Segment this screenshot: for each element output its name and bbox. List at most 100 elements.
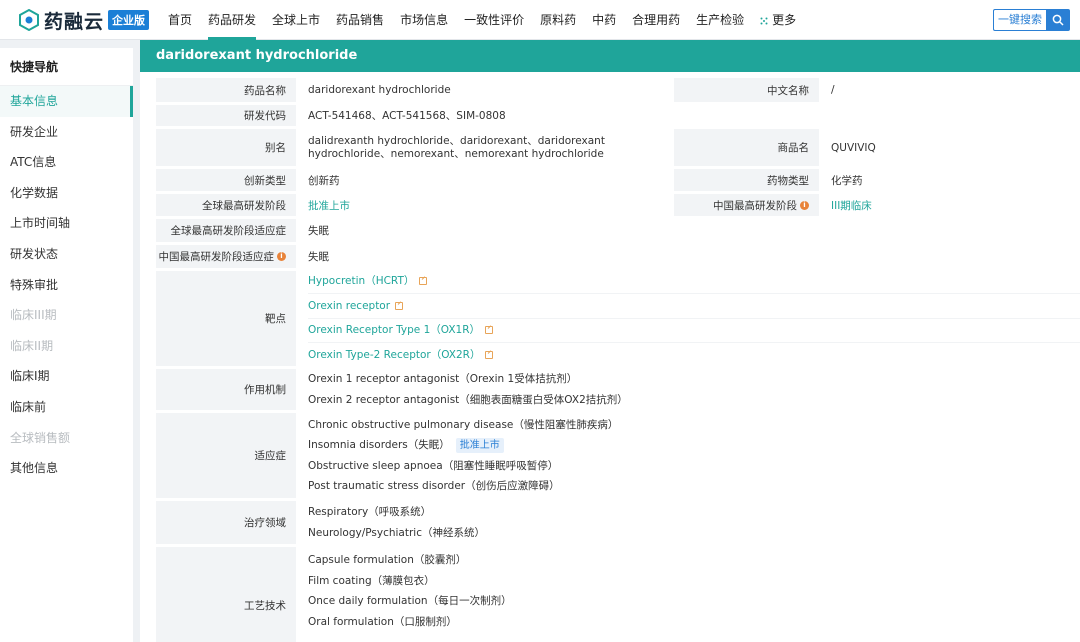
nav-item[interactable]: 药品研发	[200, 0, 264, 40]
nav-item[interactable]: 原料药	[532, 0, 584, 40]
indication-item: Post traumatic stress disorder（创伤后应激障碍）	[308, 476, 560, 497]
table-row: 适应症 Chronic obstructive pulmonary diseas…	[156, 413, 1080, 501]
nav-item-label: 一致性评价	[464, 13, 525, 27]
nav-item[interactable]: 首页	[160, 0, 200, 40]
nav-item[interactable]: 药品销售	[328, 0, 392, 40]
nav-item[interactable]: 全球上市	[264, 0, 328, 40]
brand-logo[interactable]: 药融云 企业版	[18, 8, 150, 33]
sidebar-item[interactable]: 临床I期	[0, 361, 133, 392]
field-label: 工艺技术	[156, 547, 296, 642]
china-indication-value: 失眠	[296, 245, 1080, 268]
technology-item: Film coating（薄膜包衣）	[308, 571, 435, 592]
technology-item-text: Film coating（薄膜包衣）	[308, 574, 435, 587]
mechanism-item: Orexin 2 receptor antagonist（细胞表面糖蛋白受体OX…	[308, 390, 628, 411]
drug-header: daridorexant hydrochloride	[140, 40, 1080, 72]
technology-list: Capsule formulation（胶囊剂） Film coating（薄膜包…	[296, 547, 1080, 642]
external-link-icon[interactable]	[485, 326, 494, 335]
sidebar-list: 基本信息 研发企业 ATC信息 化学数据 上市时间轴 研发状态 特殊审批临床III期 临床II…	[0, 86, 133, 484]
target-item-text[interactable]: Orexin Type-2 Receptor（OX2R）	[308, 343, 480, 368]
external-link-icon[interactable]	[419, 277, 428, 286]
indication-list: Chronic obstructive pulmonary disease（慢性…	[296, 413, 1080, 498]
target-item-text[interactable]: Orexin Receptor Type 1（OX1R）	[308, 318, 480, 343]
sidebar-item[interactable]: 临床前	[0, 392, 133, 423]
field-label-text: 中国最高研发阶段适应症	[158, 251, 275, 263]
technology-item: Capsule formulation（胶囊剂）	[308, 550, 466, 571]
nav-item-label: 首页	[168, 13, 193, 27]
field-label: 作用机制	[156, 369, 296, 410]
nav-item[interactable]: 市场信息	[392, 0, 456, 40]
global-stage-link[interactable]: 批准上市	[296, 194, 674, 216]
info-table: 药品名称 daridorexant hydrochloride 中文名称 / 研…	[156, 78, 1080, 642]
sidebar-item[interactable]: ATC信息	[0, 147, 133, 178]
technology-item-text: Capsule formulation（胶囊剂）	[308, 554, 467, 566]
therapeutic-area-item: Respiratory（呼吸系统）	[308, 502, 431, 523]
nav-item[interactable]: 中药	[584, 0, 624, 40]
target-item-text[interactable]: Orexin receptor	[308, 294, 390, 319]
table-row: 药品名称 daridorexant hydrochloride 中文名称 /	[156, 78, 1080, 105]
sidebar-item[interactable]: 研发企业	[0, 117, 133, 148]
approved-tag: 批准上市	[455, 438, 504, 453]
nav-item-label: 中药	[592, 13, 617, 27]
search-icon[interactable]	[1046, 9, 1070, 31]
china-stage-link[interactable]: III期临床	[819, 194, 1080, 216]
drug-name-value: daridorexant hydrochloride	[296, 78, 674, 102]
sidebar-item[interactable]: 特殊审批	[0, 270, 133, 301]
more-grid-icon	[760, 1, 768, 25]
table-row: 作用机制 Orexin 1 receptor antagonist（Orexin…	[156, 369, 1080, 413]
target-item[interactable]: Hypocretin（HCRT）	[308, 269, 1080, 294]
table-row: 治疗领域 Respiratory（呼吸系统） Neurology/Psychiat…	[156, 501, 1080, 547]
table-row: 创新类型 创新药 药物类型 化学药	[156, 169, 1080, 194]
nav-item[interactable]: 一致性评价	[456, 0, 532, 40]
therapeutic-area-item-text: Neurology/Psychiatric（神经系统）	[308, 526, 485, 539]
technology-item: Once daily formulation（每日一次制剂）	[308, 591, 512, 612]
field-label: 创新类型	[156, 169, 296, 191]
external-link-icon[interactable]	[395, 301, 404, 310]
target-item-text[interactable]: Hypocretin（HCRT）	[308, 269, 414, 294]
table-row: 研发代码 ACT-541468、ACT-541568、SIM-0808	[156, 105, 1080, 129]
sidebar-item: 临床II期	[10, 338, 54, 353]
field-label: 别名	[156, 129, 296, 166]
nav-item[interactable]: 更多	[752, 0, 804, 40]
nav-item[interactable]: 生产检验	[688, 0, 752, 40]
sidebar-item[interactable]: 上市时间轴	[0, 208, 133, 239]
mechanism-item-text: Orexin 1 receptor antagonist（Orexin 1受体拮…	[308, 373, 578, 385]
alias-line: hydrochloride、nemorexant、nemorexant hydr…	[308, 147, 604, 160]
alias-line: dalidrexanth hydrochloride、daridorexant、…	[308, 134, 605, 147]
field-label: 治疗领域	[156, 501, 296, 544]
nav-item[interactable]: 合理用药	[624, 0, 688, 40]
brand-logo-icon	[18, 8, 40, 32]
indication-item: Obstructive sleep apnoea（阻塞性睡眠呼吸暂停）	[308, 456, 558, 477]
code-value: ACT-541468、ACT-541568、SIM-0808	[296, 105, 1080, 126]
field-label: 中文名称	[674, 78, 819, 102]
table-row: 工艺技术 Capsule formulation（胶囊剂） Film coatin…	[156, 547, 1080, 642]
indication-item-text: Obstructive sleep apnoea（阻塞性睡眠呼吸暂停）	[308, 459, 559, 472]
sidebar-item: 临床III期	[10, 308, 57, 323]
sidebar-item[interactable]: 其他信息	[0, 453, 133, 484]
info-icon[interactable]: i	[277, 252, 286, 261]
mechanism-item: Orexin 1 receptor antagonist（Orexin 1受体拮…	[308, 369, 577, 390]
therapeutic-area-item-text: Respiratory（呼吸系统）	[308, 506, 432, 518]
sidebar-item[interactable]: 研发状态	[0, 239, 133, 270]
table-row: 中国最高研发阶段适应症 i 失眠	[156, 245, 1080, 271]
sidebar-item[interactable]: 基本信息	[0, 86, 133, 117]
technology-item: Oral formulation（口服制剂）	[308, 612, 457, 633]
nav-item-label: 药品研发	[208, 13, 257, 27]
target-item[interactable]: Orexin Receptor Type 1（OX1R）	[308, 318, 1080, 343]
target-item[interactable]: Orexin Type-2 Receptor（OX2R）	[308, 343, 1080, 368]
sidebar-item: 全球销售额	[10, 430, 71, 445]
info-icon[interactable]: i	[800, 200, 809, 210]
target-item[interactable]: Orexin receptor	[308, 294, 1080, 319]
field-label: 全球最高研发阶段	[156, 194, 296, 216]
sidebar-item[interactable]: 化学数据	[0, 178, 133, 209]
quick-search-button[interactable]: 一键搜索	[993, 9, 1046, 31]
field-label: 适应症	[156, 413, 296, 498]
indication-item-text: Insomnia disorders（失眠）	[308, 439, 450, 451]
nav-item-label: 更多	[772, 13, 797, 27]
field-label-text: 中国最高研发阶段	[713, 199, 797, 212]
nav-item-label: 原料药	[540, 13, 577, 27]
external-link-icon[interactable]	[485, 351, 494, 360]
technology-item-text: Once daily formulation（每日一次制剂）	[308, 595, 512, 607]
nav-item-label: 生产检验	[696, 13, 745, 27]
quick-nav-sidebar: 快捷导航 基本信息 研发企业 ATC信息 化学数据 上市时间轴 研发状态 特殊审批 临床III…	[0, 48, 133, 642]
nav-item-label: 全球上市	[272, 13, 321, 27]
